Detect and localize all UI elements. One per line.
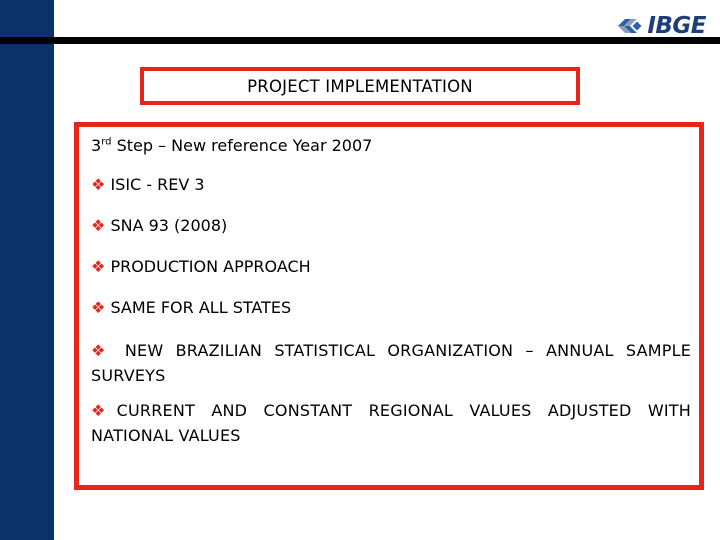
slide-title-box: PROJECT IMPLEMENTATION [140,67,580,105]
slide-canvas: IBGE PROJECT IMPLEMENTATION 3rd Step – N… [0,0,720,540]
list-item-label: SAME FOR ALL STATES [110,297,292,317]
diamond-bullet-icon: ❖ [91,341,113,361]
list-item-label: NEW BRAZILIAN STATISTICAL ORGANIZATION –… [91,341,692,386]
list-item: ❖ SNA 93 (2008) [87,215,691,236]
page-title: PROJECT IMPLEMENTATION [247,76,473,96]
diamond-bullet-icon: ❖ [91,400,117,420]
bullet-list: 3rd Step – New reference Year 2007 ❖ ISI… [87,136,691,449]
list-item: ❖ SAME FOR ALL STATES [87,297,691,318]
ibge-logo: IBGE [618,13,706,39]
header-divider-rule [0,37,720,44]
ibge-logo-text: IBGE [647,12,706,39]
diamond-bullet-icon: ❖ [91,174,106,194]
list-item: ❖CURRENT AND CONSTANT REGIONAL VALUES AD… [87,399,691,449]
list-item-label: ISIC - REV 3 [110,174,205,194]
list-item-label: CURRENT AND CONSTANT REGIONAL VALUES ADJ… [91,400,692,445]
content-heading: 3rd Step – New reference Year 2007 [87,136,691,156]
left-accent-band [0,0,54,540]
heading-prefix: 3 [91,136,102,155]
list-item-label: SNA 93 (2008) [110,215,228,235]
list-item: ❖ NEW BRAZILIAN STATISTICAL ORGANIZATION… [87,339,691,389]
diamond-bullet-icon: ❖ [91,297,106,317]
content-box: 3rd Step – New reference Year 2007 ❖ ISI… [74,122,704,490]
heading-ordinal: rd [101,136,112,148]
list-item-label: PRODUCTION APPROACH [110,256,311,276]
diamond-bullet-icon: ❖ [91,215,106,235]
list-item: ❖ ISIC - REV 3 [87,174,691,195]
diamond-bullet-icon: ❖ [91,256,106,276]
heading-rest: Step – New reference Year 2007 [111,136,373,155]
list-item: ❖ PRODUCTION APPROACH [87,256,691,277]
ibge-diamond-mark-icon [618,19,645,33]
